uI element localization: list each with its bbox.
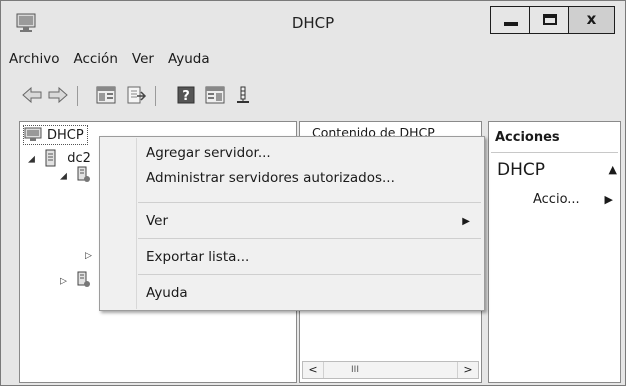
help-icon[interactable]: ? [176, 85, 196, 105]
menu-ayuda[interactable]: Ayuda [168, 51, 210, 73]
minimize-button[interactable] [490, 6, 530, 34]
actions-pane: Acciones DHCP ▲ Accio... ▶ [488, 121, 621, 383]
maximize-button[interactable] [529, 6, 569, 34]
menu-ver[interactable]: Ver [132, 51, 154, 73]
context-menu: Agregar servidor... Administrar servidor… [99, 136, 485, 311]
dhcp-node-icon [24, 127, 42, 141]
tree-node-dhcp[interactable]: DHCP [23, 125, 88, 145]
minimize-icon [504, 22, 518, 26]
context-menu-separator [138, 238, 481, 239]
actions-more-item[interactable]: Accio... ▶ [533, 192, 613, 207]
title-bar[interactable]: DHCP x [1, 1, 625, 45]
collapsed-arrow-icon[interactable]: ▷ [60, 277, 67, 287]
tree-node-ipv4[interactable]: ◢ [60, 166, 91, 184]
toolbar-separator [77, 86, 78, 106]
export-list-icon[interactable] [125, 85, 147, 105]
expanded-arrow-icon[interactable]: ◢ [60, 172, 67, 182]
collapse-up-icon[interactable]: ▲ [609, 163, 617, 176]
forward-arrow-icon[interactable] [47, 85, 69, 105]
actions-divider [491, 152, 618, 153]
ctx-agregar-servidor[interactable]: Agregar servidor... [146, 145, 271, 161]
collapsed-arrow-icon[interactable]: ▷ [85, 251, 92, 261]
submenu-arrow-icon: ▶ [604, 193, 613, 206]
menu-accion[interactable]: Acción [73, 51, 117, 73]
ctx-ver[interactable]: Ver [146, 213, 168, 229]
tree-node-label: DHCP [47, 127, 84, 143]
tree-node-server[interactable]: ◢ dc2 [28, 149, 91, 167]
console-tree-icon[interactable] [95, 85, 117, 105]
expanded-arrow-icon[interactable]: ◢ [28, 155, 35, 165]
ctx-ayuda[interactable]: Ayuda [146, 285, 188, 301]
toolbar: ? [1, 83, 625, 109]
actions-section-label: DHCP [497, 160, 545, 180]
menu-archivo[interactable]: Archivo [9, 51, 59, 73]
context-menu-separator [138, 202, 481, 203]
close-icon: x [586, 10, 597, 28]
toolbar-separator [155, 86, 156, 106]
actions-item-label: Accio... [533, 192, 580, 207]
action-pane-icon[interactable] [204, 85, 226, 105]
window-controls: x [490, 6, 615, 34]
actions-section-dhcp[interactable]: DHCP ▲ [497, 160, 617, 180]
submenu-arrow-icon: ▶ [462, 216, 470, 227]
back-arrow-icon[interactable] [21, 85, 43, 105]
scroll-thumb[interactable]: III [339, 364, 371, 376]
menu-bar: Archivo Acción Ver Ayuda [1, 51, 625, 73]
tree-node-label: dc2 [67, 150, 91, 166]
svg-text:?: ? [182, 89, 190, 104]
dhcp-server-toolbar-icon[interactable] [233, 85, 253, 105]
horizontal-scrollbar[interactable]: < III > [302, 361, 479, 379]
ctx-exportar-lista[interactable]: Exportar lista... [146, 249, 249, 265]
maximize-icon [543, 14, 557, 25]
close-button[interactable]: x [568, 6, 615, 34]
tree-node-collapsed[interactable]: ▷ [85, 247, 92, 262]
ctx-administrar-servidores[interactable]: Administrar servidores autorizados... [146, 170, 395, 186]
scroll-right-icon[interactable]: > [457, 362, 478, 378]
tree-node-ipv6[interactable]: ▷ [60, 271, 91, 289]
context-menu-gutter [136, 138, 137, 309]
ip-scope-icon [77, 166, 91, 182]
server-icon [45, 149, 56, 167]
scroll-left-icon[interactable]: < [303, 362, 324, 378]
ip-scope-icon [77, 271, 91, 287]
context-menu-separator [138, 274, 481, 275]
actions-title: Acciones [495, 130, 560, 145]
